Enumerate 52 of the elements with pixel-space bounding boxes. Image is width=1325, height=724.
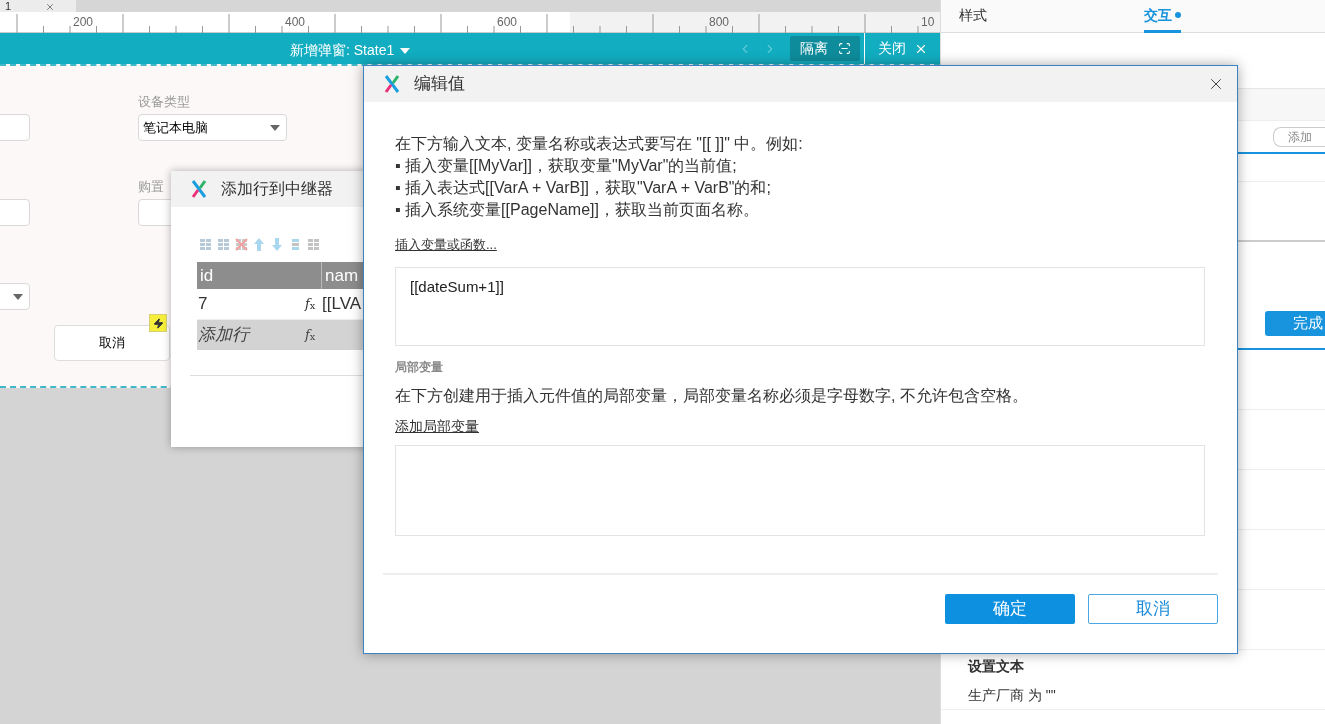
formula-mark: f$_{x}$ [305, 326, 317, 345]
field-label: 购置 [138, 178, 164, 196]
column-header: nam [324, 264, 359, 287]
value-field[interactable]: [[dateSum+1]] [395, 266, 1205, 346]
ruler-label: 800 [709, 14, 730, 31]
add-local-variable-link[interactable]: 添加局部变量 [395, 415, 479, 437]
caret-icon [400, 47, 411, 54]
dialog-title: 编辑值 [414, 73, 466, 96]
instruction-text: ▪ 插入表达式[[VarA + VarB]]，获取"VarA + VarB"的和; [395, 178, 772, 198]
table-cell-text: [[LVA [322, 293, 362, 316]
focus-icon [837, 42, 851, 55]
text-input[interactable] [0, 199, 30, 226]
add-button[interactable]: 添加 [1273, 126, 1325, 147]
cancel-button[interactable]: 取消 [54, 325, 170, 361]
ruler-label: 10 [921, 14, 935, 31]
logo-icon [191, 180, 207, 198]
ruler-label: 400 [285, 14, 306, 31]
close-icon[interactable] [45, 2, 56, 12]
grid-icon[interactable] [197, 237, 213, 252]
instruction-text: 在下方输入文本, 变量名称或表达式要写在 "[[ ]]" 中。例如: [395, 134, 804, 154]
local-variables-field[interactable] [395, 444, 1205, 536]
up-arrow-icon[interactable] [251, 237, 267, 252]
table-cell-text: 7 [197, 293, 209, 316]
document-tab[interactable]: 1 [0, 0, 76, 12]
local-variable-text: 在下方创建用于插入元件值的局部变量，局部变量名称必须是字母数字, 不允许包含空格。 [395, 385, 1029, 406]
caret-icon [13, 293, 23, 300]
column-header: id [197, 262, 322, 289]
grid-delete-icon[interactable] [233, 237, 249, 252]
select-field[interactable] [0, 283, 30, 310]
ruler-label: 600 [497, 14, 518, 31]
instruction-text: ▪ 插入变量[[MyVar]]，获取变量"MyVar"的当前值; [395, 156, 738, 176]
device-type-select[interactable]: 笔记本电脑 [138, 114, 287, 141]
isolate-button[interactable]: 隔离 [790, 36, 860, 61]
interaction-badge[interactable] [149, 314, 167, 332]
grid-icon[interactable] [215, 237, 231, 252]
cancel-button[interactable]: 取消 [1088, 593, 1218, 624]
field-label: 设备类型 [138, 93, 190, 111]
caret-icon [270, 124, 280, 131]
grid-icon[interactable] [305, 237, 321, 252]
action-detail: 生产厂商 为 "" [968, 686, 1057, 705]
dialog-title: 添加行到中继器 [221, 179, 333, 199]
action-title: 设置文本 [968, 657, 1025, 676]
formula-mark: f$_{x}$ [305, 295, 317, 314]
insert-variable-link[interactable]: 插入变量或函数... [395, 235, 497, 255]
section-heading: 局部变量 [395, 358, 444, 376]
inspector-tab[interactable]: 样式 [959, 0, 1144, 33]
down-arrow-icon[interactable] [269, 237, 285, 252]
instruction-text: ▪ 插入系统变量[[PageName]]，获取当前页面名称。 [395, 200, 760, 220]
logo-icon [384, 75, 400, 93]
ruler-label: 200 [73, 14, 94, 31]
lightning-icon [152, 317, 164, 329]
text-input[interactable] [0, 114, 30, 141]
